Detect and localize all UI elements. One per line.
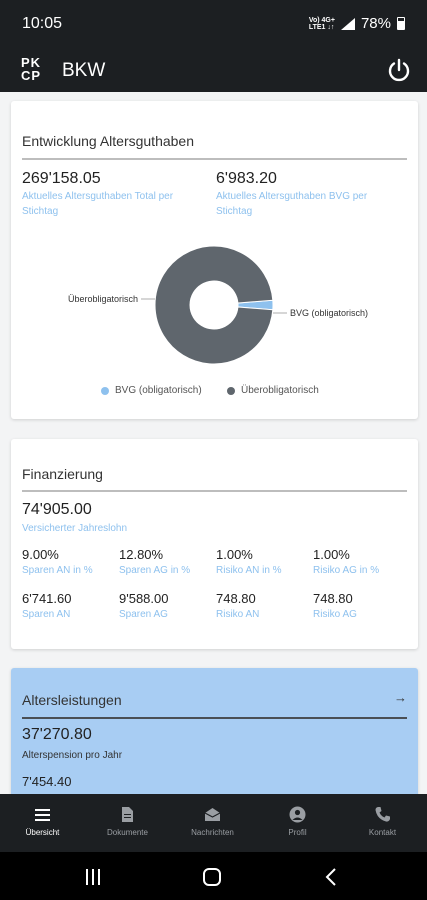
nav-label-nachrichten: Nachrichten	[191, 828, 234, 837]
legend-dot-ueberobligatorisch	[227, 386, 235, 395]
risiko-ag-value: 748.80	[313, 591, 353, 606]
app-title: BKW	[62, 60, 106, 81]
home-icon[interactable]	[202, 867, 222, 887]
versicherter-jahreslohn-label: Versicherter Jahreslohn	[22, 523, 128, 534]
card-finanzierung: Finanzierung 74'905.00 Versicherter Jahr…	[11, 439, 418, 649]
nav-label-profil: Profil	[288, 828, 307, 837]
versicherter-jahreslohn-value: 74'905.00	[22, 501, 92, 518]
legend-label-ueberobligatorisch: Überobligatorisch	[241, 385, 319, 396]
risiko-ag-label: Risiko AG	[313, 609, 357, 620]
nav-label-uebersicht: Übersicht	[25, 828, 60, 837]
card-altersleistungen[interactable]: Altersleistungen → 37'270.80 Alterspensi…	[11, 668, 418, 794]
card-title: Finanzierung	[22, 466, 103, 482]
nav-item-dokumente[interactable]: Dokumente	[85, 794, 170, 852]
document-icon	[122, 807, 133, 822]
status-bar: 10:05 Vo) 4G+ LTE1 ↓↑ 78%	[0, 0, 427, 50]
profile-icon	[289, 806, 306, 823]
legend-label-bvg: BVG (obligatorisch)	[115, 385, 202, 396]
legend-dot-bvg	[101, 386, 109, 395]
slice-label-bvg: BVG (obligatorisch)	[290, 308, 368, 318]
nav-item-uebersicht[interactable]: Übersicht	[0, 794, 85, 852]
sparen-ag-pct-label: Sparen AG in %	[119, 565, 191, 576]
risiko-ag-pct-label: Risiko AG in %	[313, 565, 380, 576]
divider	[22, 490, 407, 492]
bvg-altersguthaben-label: Aktuelles Altersguthaben BVG per Stichta…	[216, 191, 368, 217]
mail-icon	[204, 808, 221, 821]
sparen-ag-label: Sparen AG	[119, 609, 168, 620]
risiko-an-pct-label: Risiko AN in %	[216, 565, 282, 576]
risiko-an-pct-value: 1.00%	[216, 547, 253, 562]
donut-svg: BVG (obligatorisch) Überobligatorisch	[68, 245, 368, 365]
card-title: Altersleistungen	[22, 692, 122, 708]
battery-icon	[397, 17, 405, 30]
list-icon	[35, 809, 50, 821]
pkcp-logo: PK CP	[21, 55, 42, 83]
legend-item-ueberobligatorisch[interactable]: Überobligatorisch	[227, 385, 319, 396]
alterspension-value: 37'270.80	[22, 726, 92, 743]
total-altersguthaben-label: Aktuelles Altersguthaben Total per Stich…	[22, 191, 174, 217]
network-indicator: Vo) 4G+ LTE1 ↓↑	[308, 16, 335, 31]
nav-item-kontakt[interactable]: Kontakt	[340, 794, 425, 852]
sparen-ag-pct-value: 12.80%	[119, 547, 164, 562]
legend-item-bvg[interactable]: BVG (obligatorisch)	[101, 385, 202, 396]
risiko-an-value: 748.80	[216, 591, 256, 606]
nav-item-profil[interactable]: Profil	[255, 794, 340, 852]
risiko-ag-pct-value: 1.00%	[313, 547, 350, 562]
bottom-navigation: Übersicht Dokumente Nachrichten Profil K…	[0, 794, 427, 852]
content-scroll[interactable]: Entwicklung Altersguthaben 269'158.05 Ak…	[0, 92, 427, 794]
power-icon[interactable]	[386, 57, 412, 83]
donut-chart: BVG (obligatorisch) Überobligatorisch	[11, 241, 418, 381]
arrow-right-icon[interactable]: →	[394, 690, 407, 705]
divider	[22, 717, 407, 719]
sparen-an-pct-value: 9.00%	[22, 547, 59, 562]
card-title: Entwicklung Altersguthaben	[22, 133, 194, 149]
signal-icon	[340, 17, 355, 30]
nav-label-kontakt: Kontakt	[368, 828, 397, 837]
back-icon[interactable]	[324, 867, 338, 887]
status-time: 10:05	[22, 15, 63, 32]
phone-icon	[375, 807, 390, 822]
battery-percent: 78%	[360, 15, 391, 32]
system-navigation-bar	[0, 852, 427, 900]
sparen-an-label: Sparen AN	[22, 609, 71, 620]
alterspension-label: Alterspension pro Jahr	[22, 750, 123, 761]
risiko-an-label: Risiko AN	[216, 609, 260, 620]
next-value: 7'454.40	[22, 774, 72, 789]
bvg-altersguthaben-value: 6'983.20	[216, 170, 277, 187]
sparen-ag-value: 9'588.00	[119, 591, 169, 606]
slice-label-ueberobligatorisch: Überobligatorisch	[68, 294, 138, 304]
divider	[22, 158, 407, 160]
nav-item-nachrichten[interactable]: Nachrichten	[170, 794, 255, 852]
sparen-an-value: 6'741.60	[22, 591, 72, 606]
status-icons: Vo) 4G+ LTE1 ↓↑ 78%	[309, 15, 405, 32]
recent-apps-icon[interactable]	[84, 868, 102, 886]
nav-label-dokumente: Dokumente	[107, 828, 148, 837]
total-altersguthaben-value: 269'158.05	[22, 170, 101, 187]
app-bar: PK CP BKW	[0, 50, 427, 92]
sparen-an-pct-label: Sparen AN in %	[22, 565, 93, 576]
card-entwicklung-altersguthaben: Entwicklung Altersguthaben 269'158.05 Ak…	[11, 101, 418, 419]
